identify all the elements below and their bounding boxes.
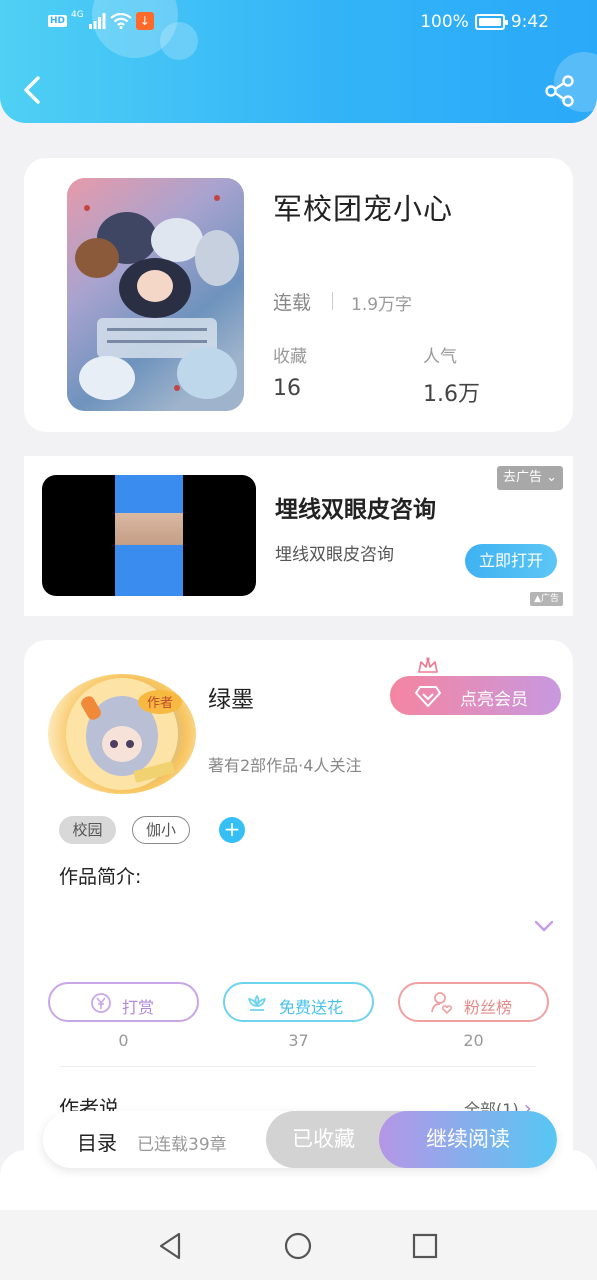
nav-recents-icon[interactable]: [409, 1230, 441, 1262]
remove-ad-label: 去广告: [502, 470, 542, 485]
reading-action-bar: 目录 已连载39章 已收藏 继续阅读: [43, 1111, 557, 1168]
download-icon: ↓: [135, 12, 154, 30]
word-count: 1.9万字: [351, 295, 413, 315]
author-meta: 著有2部作品·4人关注: [208, 756, 362, 775]
user-heart-icon: [431, 992, 453, 1015]
share-button[interactable]: [543, 74, 577, 108]
vip-button[interactable]: 点亮会员: [390, 676, 561, 715]
continue-reading-button[interactable]: 继续阅读: [379, 1111, 557, 1168]
send-flower-label: 免费送花: [279, 998, 344, 1017]
tip-button[interactable]: 打赏: [48, 982, 199, 1022]
book-info-card: 军校团宠小心 连载 1.9万字 收藏 16 人气 1.6万: [24, 158, 573, 432]
add-tag-button[interactable]: +: [219, 817, 245, 843]
hd-icon: HD: [48, 15, 68, 27]
tag-jiaxiao[interactable]: 伽小: [132, 816, 190, 844]
avatar-badge-text: 作者: [147, 696, 173, 711]
system-nav-bar: [0, 1210, 597, 1280]
author-avatar[interactable]: 作者: [48, 674, 196, 794]
favorites-label: 收藏: [273, 347, 307, 367]
back-button[interactable]: [18, 70, 50, 110]
flower-icon: [248, 995, 266, 1011]
expand-synopsis-icon[interactable]: [532, 918, 556, 934]
status-bar: HD 4G ↓ 100% 9:42: [0, 10, 597, 36]
fan-count: 20: [463, 1031, 484, 1050]
ad-mark-label: 广告: [540, 594, 559, 604]
favorites-value: 16: [273, 376, 301, 401]
avatar-illustration: 作者: [66, 678, 182, 790]
book-title: 军校团宠小心: [273, 192, 454, 226]
clock: 9:42: [510, 12, 549, 32]
fan-ranking-button[interactable]: 粉丝榜: [398, 982, 549, 1022]
share-icon: [545, 75, 574, 107]
book-cover[interactable]: [67, 178, 244, 411]
author-name[interactable]: 绿墨: [208, 680, 254, 714]
tag-campus[interactable]: 校园: [59, 816, 116, 844]
ad-logo-icon: ▲: [534, 594, 541, 604]
cover-illustration: [67, 178, 244, 411]
serial-status: 连载: [273, 292, 312, 314]
ad-eyes-graphic: [115, 513, 183, 545]
yen-coin-icon: [91, 993, 111, 1013]
tip-count: 0: [118, 1031, 129, 1050]
app-header: HD 4G ↓ 100% 9:42: [0, 0, 597, 123]
battery-icon: [474, 14, 508, 30]
remove-ad-button[interactable]: 去广告 ⌄: [496, 466, 563, 490]
ad-image[interactable]: [42, 475, 256, 596]
ad-banner[interactable]: 埋线双眼皮咨询 埋线双眼皮咨询 去广告 ⌄ 立即打开 ▲广告: [24, 456, 573, 616]
vip-button-label: 点亮会员: [460, 690, 528, 710]
battery-percent: 100%: [420, 12, 469, 32]
synopsis-label: 作品简介:: [59, 866, 142, 888]
fan-ranking-label: 粉丝榜: [464, 998, 513, 1017]
signal-icon: [88, 13, 106, 29]
nav-home-icon[interactable]: [282, 1230, 314, 1262]
nav-back-icon[interactable]: [155, 1230, 187, 1262]
divider: [332, 292, 333, 310]
chapter-count: 已连载39章: [137, 1135, 227, 1155]
wifi-icon: [110, 13, 132, 29]
crown-icon: [418, 657, 438, 673]
ad-subtitle: 埋线双眼皮咨询: [275, 545, 394, 565]
tip-label: 打赏: [122, 998, 155, 1017]
divider: [60, 1066, 536, 1067]
flower-count: 37: [288, 1031, 309, 1050]
ad-open-button[interactable]: 立即打开: [465, 544, 557, 578]
chevron-down-icon: ⌄: [546, 470, 557, 485]
ad-mark: ▲广告: [530, 592, 563, 606]
send-flower-button[interactable]: 免费送花: [223, 982, 374, 1022]
table-of-contents-button[interactable]: 目录: [77, 1127, 117, 1156]
chevron-left-icon: [24, 76, 40, 104]
popularity-label: 人气: [423, 347, 457, 367]
popularity-value: 1.6万: [423, 382, 480, 407]
ad-title: 埋线双眼皮咨询: [275, 497, 436, 523]
diamond-icon: [415, 686, 441, 707]
plus-icon: +: [223, 817, 241, 841]
network-label: 4G: [71, 10, 84, 20]
